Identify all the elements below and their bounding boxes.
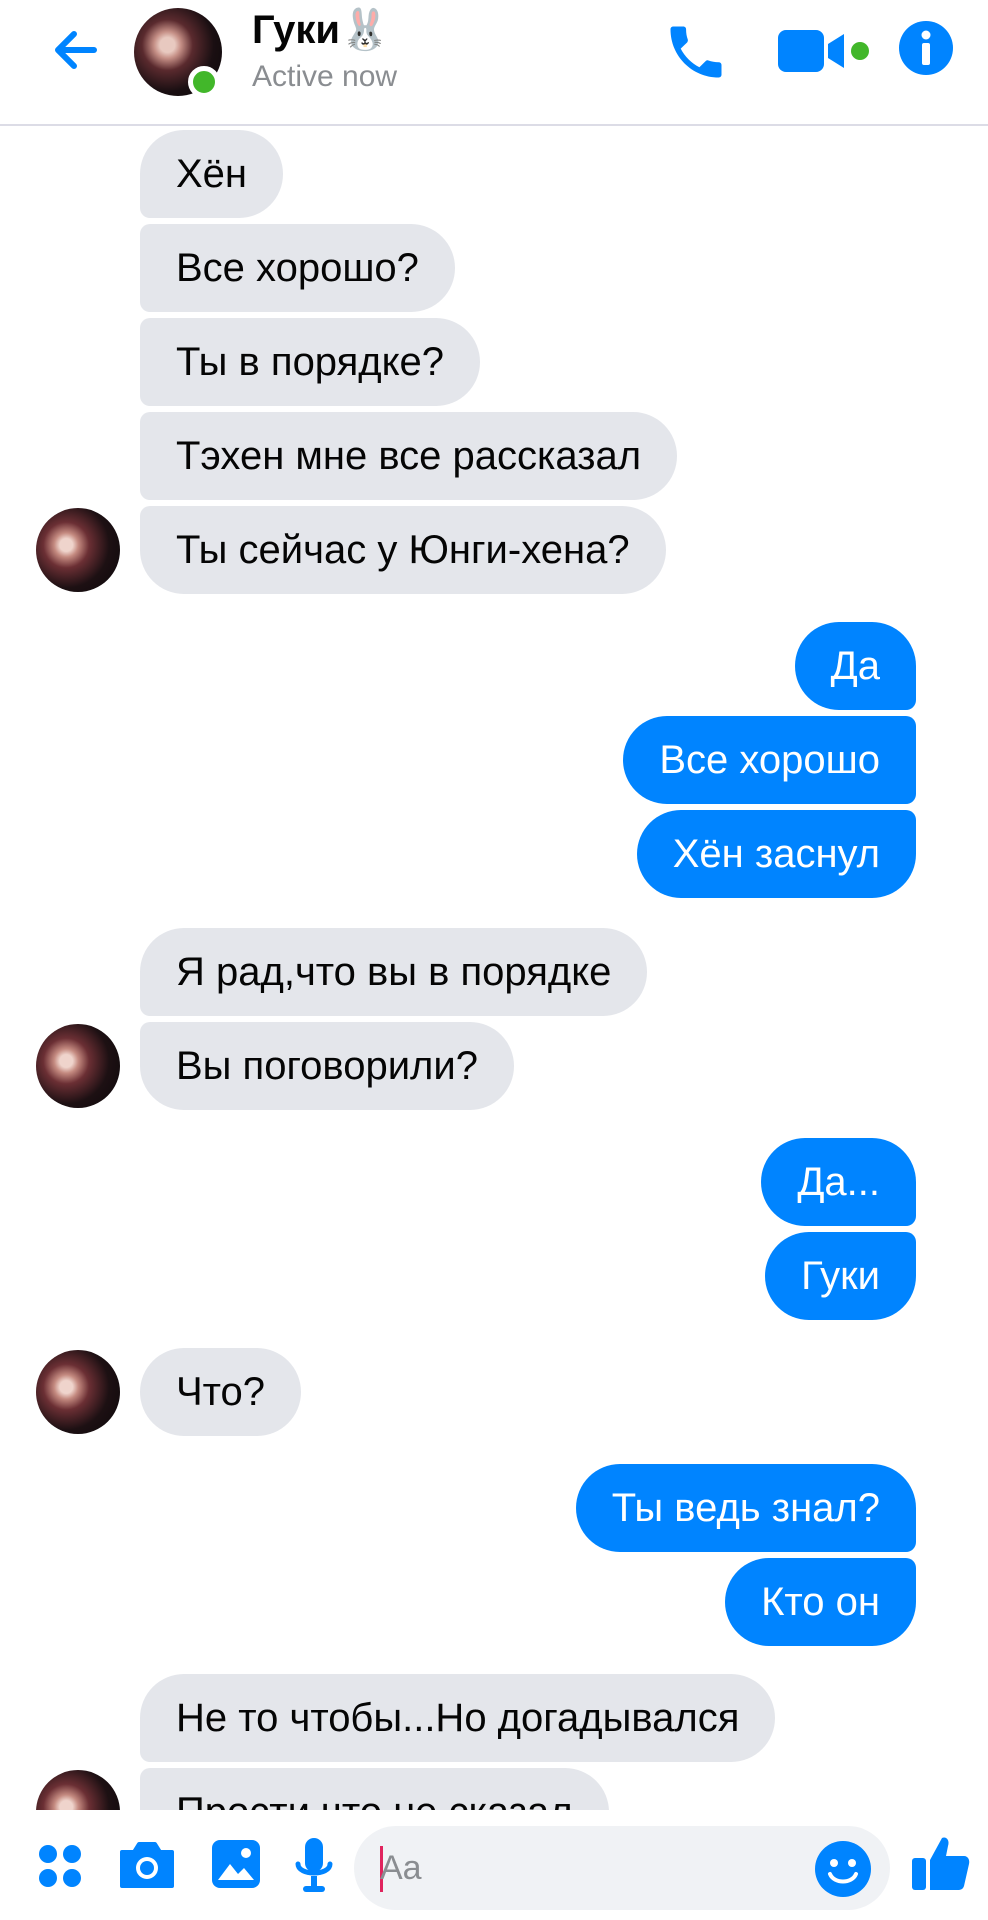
incoming-message-bubble[interactable]: Не то чтобы...Но догадывался (140, 1674, 776, 1762)
message-input-container[interactable] (354, 1826, 890, 1910)
image-icon[interactable] (210, 1838, 262, 1890)
conversation-header: Гуки🐰 Active now (0, 0, 988, 126)
outgoing-message-bubble[interactable]: Хён заснул (636, 810, 916, 898)
incoming-message-bubble[interactable]: Что? (140, 1348, 302, 1436)
camera-icon[interactable] (118, 1840, 176, 1890)
outgoing-message-bubble[interactable]: Гуки (765, 1232, 916, 1320)
message-row: Ты сейчас у Юнги-хена? (0, 506, 988, 594)
sender-avatar[interactable] (36, 1770, 120, 1810)
outgoing-message-bubble[interactable]: Да (794, 622, 916, 710)
message-row: Я рад,что вы в порядке (0, 928, 988, 1016)
message-composer (0, 1810, 988, 1920)
message-list[interactable]: Хён Все хорошо? Ты в порядке? Тэхен мне … (0, 128, 988, 1810)
message-input[interactable] (380, 1826, 800, 1910)
online-indicator (188, 66, 220, 98)
message-row: Ты ведь знал? (0, 1464, 988, 1552)
contact-status: Active now (252, 60, 398, 93)
sender-avatar[interactable] (36, 508, 120, 592)
message-row: Да... (0, 1138, 988, 1226)
outgoing-message-bubble[interactable]: Ты ведь знал? (575, 1464, 916, 1552)
message-row: Тэхен мне все рассказал (0, 412, 988, 500)
smiley-icon[interactable] (814, 1840, 872, 1898)
message-row: Да (0, 622, 988, 710)
outgoing-message-bubble[interactable]: Все хорошо (623, 716, 916, 804)
message-row: Гуки (0, 1232, 988, 1320)
outgoing-message-bubble[interactable]: Кто он (725, 1558, 916, 1646)
incoming-message-bubble[interactable]: Тэхен мне все рассказал (140, 412, 678, 500)
incoming-message-bubble[interactable]: Все хорошо? (140, 224, 455, 312)
microphone-icon[interactable] (294, 1836, 334, 1896)
incoming-message-bubble[interactable]: Прости что не сказал (140, 1768, 609, 1810)
message-row: Все хорошо? (0, 224, 988, 312)
message-row: Все хорошо (0, 716, 988, 804)
message-row: Вы поговорили? (0, 1022, 988, 1110)
thumbs-up-icon[interactable] (910, 1832, 972, 1894)
incoming-message-bubble[interactable]: Ты сейчас у Юнги-хена? (140, 506, 666, 594)
video-camera-icon[interactable] (776, 24, 872, 80)
info-icon[interactable] (898, 20, 954, 76)
message-row: Прости что не сказал (0, 1768, 988, 1810)
message-row: Что? (0, 1348, 988, 1436)
arrow-left-icon[interactable] (44, 18, 108, 82)
message-row: Хён заснул (0, 810, 988, 898)
incoming-message-bubble[interactable]: Хён (140, 130, 284, 218)
incoming-message-bubble[interactable]: Вы поговорили? (140, 1022, 514, 1110)
incoming-message-bubble[interactable]: Я рад,что вы в порядке (140, 928, 648, 1016)
message-row: Хён (0, 130, 988, 218)
message-row: Не то чтобы...Но догадывался (0, 1674, 988, 1762)
message-row: Кто он (0, 1558, 988, 1646)
sender-avatar[interactable] (36, 1350, 120, 1434)
sender-avatar[interactable] (36, 1024, 120, 1108)
outgoing-message-bubble[interactable]: Да... (761, 1138, 916, 1226)
four-dots-icon[interactable] (36, 1842, 84, 1890)
contact-name[interactable]: Гуки🐰 (252, 6, 390, 53)
phone-icon[interactable] (662, 18, 730, 86)
incoming-message-bubble[interactable]: Ты в порядке? (140, 318, 481, 406)
message-row: Ты в порядке? (0, 318, 988, 406)
